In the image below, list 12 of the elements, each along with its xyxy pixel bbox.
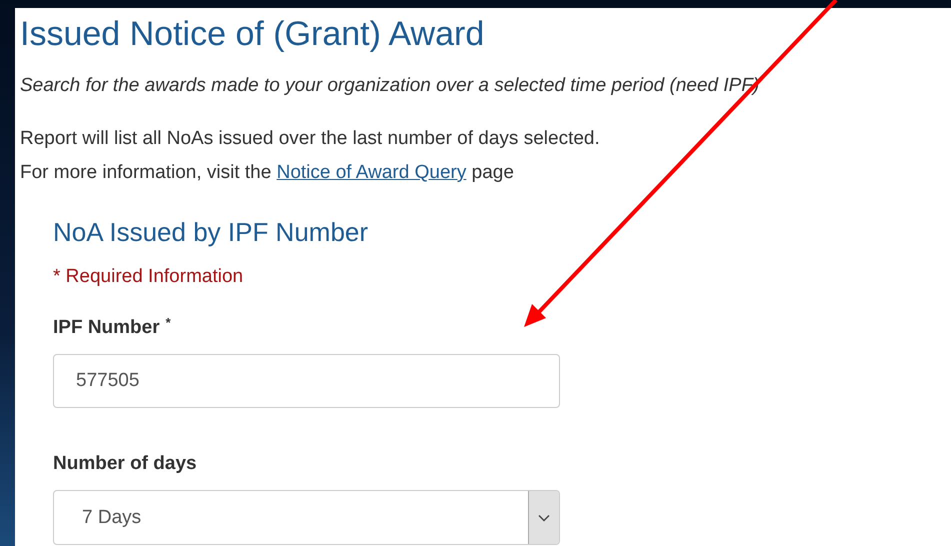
info-text: For more information, visit the Notice of Award Query page: [20, 161, 515, 185]
required-mark: *: [166, 316, 171, 329]
section-heading: NoA Issued by IPF Number: [53, 216, 370, 248]
required-note: * Required Information: [53, 265, 244, 289]
query-link[interactable]: Notice of Award Query: [276, 162, 466, 183]
intro-text: Report will list all NoAs issued over the last number of days selected.: [20, 127, 601, 151]
field-label: Number of days: [53, 452, 197, 476]
days-dropdown[interactable]: 7 Days: [53, 490, 560, 545]
chevron-down-icon: [538, 514, 550, 522]
ipf-number-field[interactable]: 577505: [53, 354, 560, 408]
page-title: Issued Notice of (Grant) Award: [20, 14, 486, 54]
field-label: IPF Number: [53, 316, 160, 340]
